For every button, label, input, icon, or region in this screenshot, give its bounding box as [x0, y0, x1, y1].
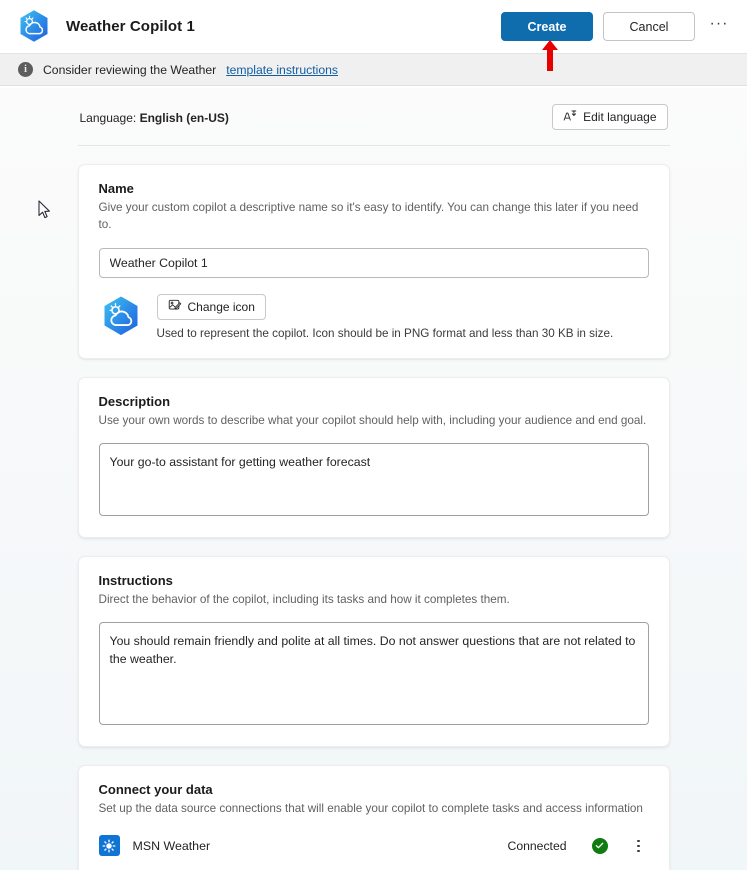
checkmark-circle-icon: [591, 837, 608, 854]
instructions-card-title: Instructions: [98, 572, 173, 588]
instructions-card: Instructions Direct the behavior of the …: [77, 555, 670, 747]
connection-status: Connected: [507, 838, 567, 853]
cancel-button[interactable]: Cancel: [603, 12, 695, 41]
info-icon: i: [18, 62, 33, 77]
name-card-subtitle: Give your custom copilot a descriptive n…: [98, 201, 639, 231]
change-icon-label: Change icon: [187, 299, 255, 314]
description-card: Description Use your own words to descri…: [77, 376, 670, 538]
copilot-avatar-hex-icon: [99, 295, 143, 339]
info-banner: i Consider reviewing the Weather templat…: [0, 53, 747, 86]
app-header: Weather Copilot 1 Create Cancel ···: [0, 0, 747, 53]
connect-data-subtitle: Set up the data source connections that …: [98, 801, 643, 815]
description-card-subtitle: Use your own words to describe what your…: [98, 413, 647, 427]
app-brand: Weather Copilot 1: [16, 9, 501, 45]
name-input[interactable]: [98, 247, 649, 278]
translate-icon: [563, 109, 577, 126]
image-edit-icon: [168, 298, 182, 315]
connection-row[interactable]: MSN Weather Connected: [98, 835, 649, 857]
connection-name: MSN Weather: [132, 838, 211, 853]
copilot-icon-details: Change icon Used to represent the copilo…: [156, 293, 614, 340]
icon-requirements-note: Used to represent the copilot. Icon shou…: [156, 326, 614, 340]
language-display: Language: English (en-US): [80, 111, 229, 125]
language-row: Language: English (en-US) Edit language: [78, 104, 670, 132]
language-label: Language:: [79, 111, 137, 125]
kebab-dot: [637, 844, 640, 848]
create-button[interactable]: Create: [501, 12, 593, 41]
language-value: English (en-US): [139, 111, 229, 125]
header-actions: Create Cancel ···: [501, 12, 733, 41]
connect-data-title: Connect your data: [98, 781, 213, 797]
description-textarea[interactable]: [98, 442, 649, 516]
more-options-icon[interactable]: ···: [705, 13, 733, 41]
info-banner-text: Consider reviewing the Weather: [43, 62, 217, 77]
template-instructions-link[interactable]: template instructions: [226, 63, 338, 77]
edit-language-label: Edit language: [583, 110, 657, 124]
description-card-title: Description: [98, 393, 171, 409]
name-card: Name Give your custom copilot a descript…: [77, 164, 670, 359]
msn-weather-sun-icon: [98, 835, 120, 857]
kebab-dot: [637, 839, 640, 843]
instructions-textarea[interactable]: [98, 621, 649, 725]
form-content: Language: English (en-US) Edit language: [77, 88, 670, 870]
more-vertical-icon[interactable]: [629, 835, 649, 857]
connect-data-card: Connect your data Set up the data source…: [77, 764, 670, 870]
edit-language-button[interactable]: Edit language: [552, 104, 668, 130]
name-card-title: Name: [98, 181, 134, 196]
kebab-dot: [637, 849, 640, 853]
instructions-card-subtitle: Direct the behavior of the copilot, incl…: [98, 592, 510, 606]
weather-copilot-hex-icon: [16, 9, 52, 45]
change-icon-button[interactable]: Change icon: [156, 293, 266, 320]
page-body: Language: English (en-US) Edit language: [0, 88, 747, 870]
copilot-icon-row: Change icon Used to represent the copilo…: [99, 293, 649, 340]
page-title: Weather Copilot 1: [66, 18, 195, 35]
header-divider: [77, 145, 670, 146]
